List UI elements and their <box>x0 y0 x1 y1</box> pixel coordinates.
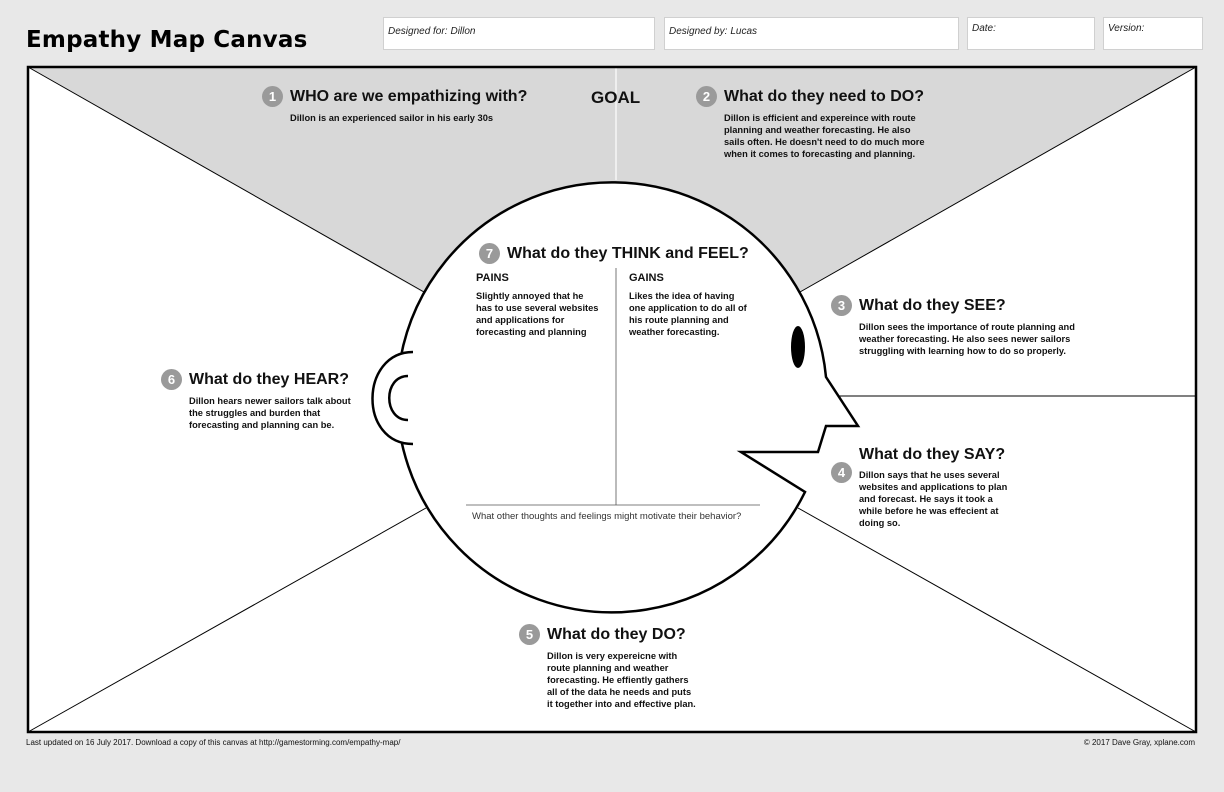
do-text[interactable]: Dillon is very expereicne with route pla… <box>519 650 697 710</box>
eye <box>791 326 805 368</box>
who-heading: WHO are we empathizing with? <box>290 87 528 105</box>
section-number-badge: 6 <box>161 369 182 390</box>
section-number-badge: 7 <box>479 243 500 264</box>
who-text[interactable]: Dillon is an experienced sailor in his e… <box>262 112 542 124</box>
section-see: 3 What do they SEE? Dillon sees the impo… <box>831 295 1091 357</box>
gains-label: GAINS <box>629 272 664 284</box>
section-need-to-do: 2 What do they need to DO? Dillon is eff… <box>696 86 926 160</box>
see-heading: What do they SEE? <box>859 296 1006 314</box>
footer-note: Last updated on 16 July 2017. Download a… <box>26 738 401 747</box>
say-heading: What do they SAY? <box>859 446 1006 463</box>
hear-text[interactable]: Dillon hears newer sailors talk about th… <box>161 395 359 431</box>
need-to-do-text[interactable]: Dillon is efficient and expereince with … <box>696 112 926 160</box>
do-heading: What do they DO? <box>547 625 686 643</box>
footer-copyright: © 2017 Dave Gray, xplane.com <box>1083 738 1195 747</box>
see-text[interactable]: Dillon sees the importance of route plan… <box>831 321 1091 357</box>
section-number-badge: 1 <box>262 86 283 107</box>
think-feel-prompt: What other thoughts and feelings might m… <box>472 511 742 522</box>
pains-text[interactable]: Slightly annoyed that he has to use seve… <box>476 290 600 338</box>
need-to-do-heading: What do they need to DO? <box>724 87 924 105</box>
section-number-badge: 5 <box>519 624 540 645</box>
pains-label: PAINS <box>476 272 509 284</box>
section-who: 1 WHO are we empathizing with? Dillon is… <box>262 86 542 124</box>
think-feel-heading: What do they THINK and FEEL? <box>507 244 749 262</box>
section-hear: 6 What do they HEAR? Dillon hears newer … <box>161 369 361 431</box>
section-number-badge: 2 <box>696 86 717 107</box>
say-text[interactable]: Dillon says that he uses several website… <box>831 469 1015 529</box>
section-number-badge: 4 <box>831 462 852 483</box>
gains-text[interactable]: Likes the idea of having one application… <box>629 290 747 338</box>
hear-heading: What do they HEAR? <box>189 370 349 388</box>
section-number-badge: 3 <box>831 295 852 316</box>
goal-label: GOAL <box>591 88 641 107</box>
section-say: What do they SAY? 4 Dillon says that he … <box>831 446 1071 529</box>
section-do: 5 What do they DO? Dillon is very expere… <box>519 624 719 710</box>
section-think-feel: 7 What do they THINK and FEEL? <box>479 243 759 264</box>
